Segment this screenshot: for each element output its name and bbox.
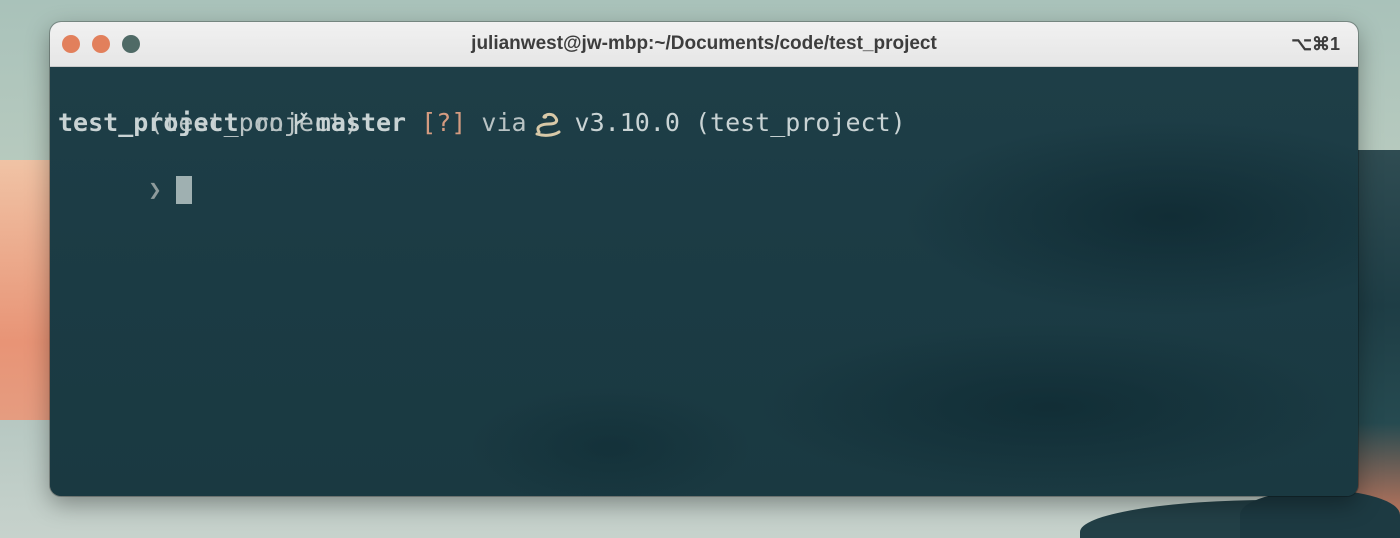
- terminal-line-venv: (test_project): [58, 73, 1358, 137]
- git-branch-icon: [290, 110, 310, 138]
- prompt-chevron: ❯: [148, 178, 162, 203]
- git-branch-name: master: [315, 108, 407, 137]
- terminal-window[interactable]: julianwest@jw-mbp:~/Documents/code/test_…: [50, 22, 1358, 496]
- git-status: [?]: [421, 108, 467, 137]
- directory-name: test_project: [58, 108, 239, 137]
- window-shortcut-label: ⌥⌘1: [1291, 34, 1340, 54]
- terminal-content[interactable]: (test_project) test_project on master [?]…: [50, 67, 1358, 496]
- via-word: via: [481, 108, 527, 137]
- python-version: v3.10.0: [574, 108, 680, 137]
- wallpaper-rocks-2: [1240, 490, 1400, 538]
- terminal-line-input[interactable]: ❯: [58, 139, 1358, 204]
- text-cursor[interactable]: [175, 176, 192, 204]
- terminal-line-prompt-info: test_project on master [?] via v3.10.0 (te…: [58, 106, 1358, 139]
- window-titlebar[interactable]: julianwest@jw-mbp:~/Documents/code/test_…: [50, 22, 1358, 67]
- python-venv-label: (test_project): [694, 108, 906, 137]
- window-title: julianwest@jw-mbp:~/Documents/code/test_…: [471, 33, 937, 54]
- on-word: on: [253, 108, 284, 137]
- python-snake-icon: [533, 110, 563, 138]
